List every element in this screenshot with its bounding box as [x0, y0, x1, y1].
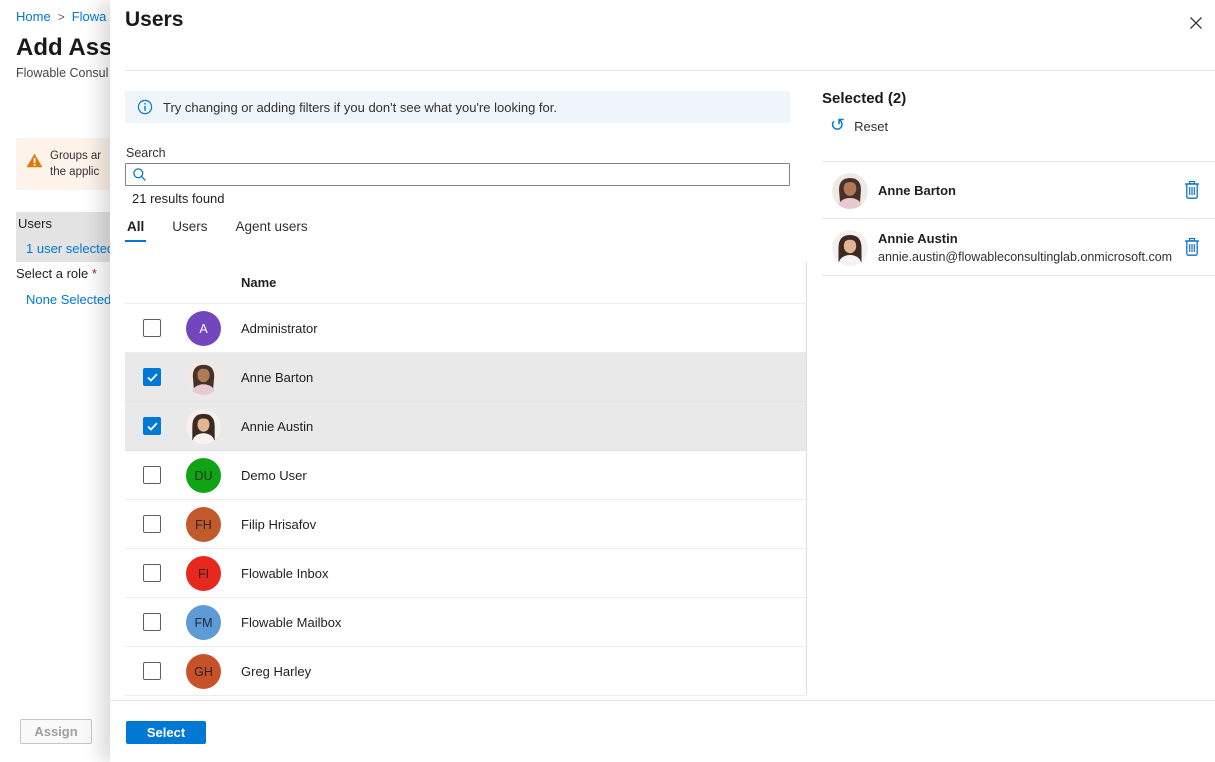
- info-icon: [137, 99, 153, 115]
- trash-icon[interactable]: [1183, 237, 1201, 257]
- select-button[interactable]: Select: [126, 721, 206, 744]
- selected-count-title: Selected (2): [822, 90, 906, 107]
- row-checkbox[interactable]: [143, 368, 161, 386]
- required-asterisk: *: [92, 266, 97, 281]
- selected-user-name: Anne Barton: [878, 183, 956, 198]
- row-checkbox[interactable]: [143, 515, 161, 533]
- warning-icon: [26, 153, 43, 168]
- tab-users[interactable]: Users: [171, 217, 208, 242]
- breadcrumb-flowable-link[interactable]: Flowa: [72, 9, 107, 24]
- close-icon[interactable]: [1186, 13, 1206, 33]
- user-avatar: A: [186, 311, 221, 346]
- row-checkbox[interactable]: [143, 662, 161, 680]
- table-row[interactable]: FM Flowable Mailbox: [125, 598, 806, 647]
- page-subtitle: Flowable Consul: [16, 66, 108, 80]
- selected-user-email: annie.austin@flowableconsultinglab.onmic…: [878, 250, 1172, 264]
- background-page: Home > Flowa Add Ass Flowable Consul Group…: [0, 0, 110, 762]
- info-banner-text: Try changing or adding filters if you do…: [163, 100, 557, 115]
- reset-icon: ↺: [830, 117, 845, 133]
- selected-list: Anne Barton Annie Austin annie.austi: [822, 162, 1215, 276]
- row-checkbox[interactable]: [143, 417, 161, 435]
- info-banner: Try changing or adding filters if you do…: [125, 91, 790, 123]
- page-title: Add Ass: [16, 34, 110, 62]
- user-avatar: FH: [186, 507, 221, 542]
- selected-user-avatar: [832, 173, 868, 209]
- row-user-name: Filip Hrisafov: [241, 500, 316, 548]
- search-input[interactable]: [153, 164, 783, 185]
- table-row[interactable]: FI Flowable Inbox: [125, 549, 806, 598]
- table-row[interactable]: Anne Barton: [125, 353, 806, 402]
- selected-user-name: Annie Austin: [878, 231, 1172, 246]
- footer-divider: [110, 700, 1215, 701]
- tab-all[interactable]: All: [126, 217, 145, 242]
- table-row[interactable]: A Administrator: [125, 304, 806, 353]
- users-panel: Users Try changing or adding filters if …: [110, 0, 1215, 762]
- breadcrumb: Home > Flowa: [16, 9, 106, 24]
- user-avatar: [186, 360, 221, 395]
- row-user-name: Flowable Inbox: [241, 549, 328, 597]
- row-checkbox[interactable]: [143, 564, 161, 582]
- user-selected-link[interactable]: 1 user selected: [26, 241, 110, 256]
- user-avatar: FI: [186, 556, 221, 591]
- selected-item: Anne Barton: [822, 162, 1215, 219]
- assign-button[interactable]: Assign: [20, 719, 92, 744]
- user-avatar: DU: [186, 458, 221, 493]
- list-right-border: [806, 262, 807, 695]
- user-avatar: FM: [186, 605, 221, 640]
- selected-item: Annie Austin annie.austin@flowableconsul…: [822, 219, 1215, 276]
- table-row[interactable]: DU Demo User: [125, 451, 806, 500]
- breadcrumb-home-link[interactable]: Home: [16, 9, 51, 24]
- row-user-name: Flowable Mailbox: [241, 598, 341, 646]
- user-avatar: GH: [186, 654, 221, 689]
- select-role-label: Select a role *: [16, 266, 97, 281]
- tab-agent-users[interactable]: Agent users: [235, 217, 309, 242]
- table-row[interactable]: FH Filip Hrisafov: [125, 500, 806, 549]
- trash-icon[interactable]: [1183, 180, 1201, 200]
- role-value-link[interactable]: None Selected: [26, 292, 110, 307]
- search-label: Search: [126, 146, 166, 160]
- users-field-label: Users: [18, 216, 52, 231]
- row-user-name: Greg Harley: [241, 647, 311, 695]
- search-icon: [132, 167, 147, 182]
- search-box: [125, 163, 790, 186]
- user-list: A Administrator Anne Barton Annie Austin: [125, 303, 806, 696]
- results-count: 21 results found: [132, 191, 225, 206]
- table-row[interactable]: Annie Austin: [125, 402, 806, 451]
- row-user-name: Anne Barton: [241, 353, 313, 401]
- header-divider: [125, 70, 1215, 71]
- user-avatar: [186, 409, 221, 444]
- name-column-header: Name: [241, 275, 276, 290]
- users-field-highlight: Users 1 user selected: [16, 212, 110, 262]
- warning-banner: Groups ar the applic: [16, 138, 110, 190]
- row-user-name: Annie Austin: [241, 402, 313, 450]
- panel-title: Users: [125, 8, 183, 32]
- row-user-name: Demo User: [241, 451, 307, 499]
- tab-bar: All Users Agent users: [126, 217, 309, 242]
- row-checkbox[interactable]: [143, 319, 161, 337]
- breadcrumb-separator: >: [58, 10, 65, 24]
- row-checkbox[interactable]: [143, 613, 161, 631]
- reset-label: Reset: [854, 119, 888, 134]
- reset-button[interactable]: ↺ Reset: [830, 118, 888, 134]
- row-checkbox[interactable]: [143, 466, 161, 484]
- warning-text: Groups ar the applic: [50, 148, 101, 180]
- table-row[interactable]: GH Greg Harley: [125, 647, 806, 696]
- selected-user-avatar: [832, 230, 868, 266]
- row-user-name: Administrator: [241, 304, 318, 352]
